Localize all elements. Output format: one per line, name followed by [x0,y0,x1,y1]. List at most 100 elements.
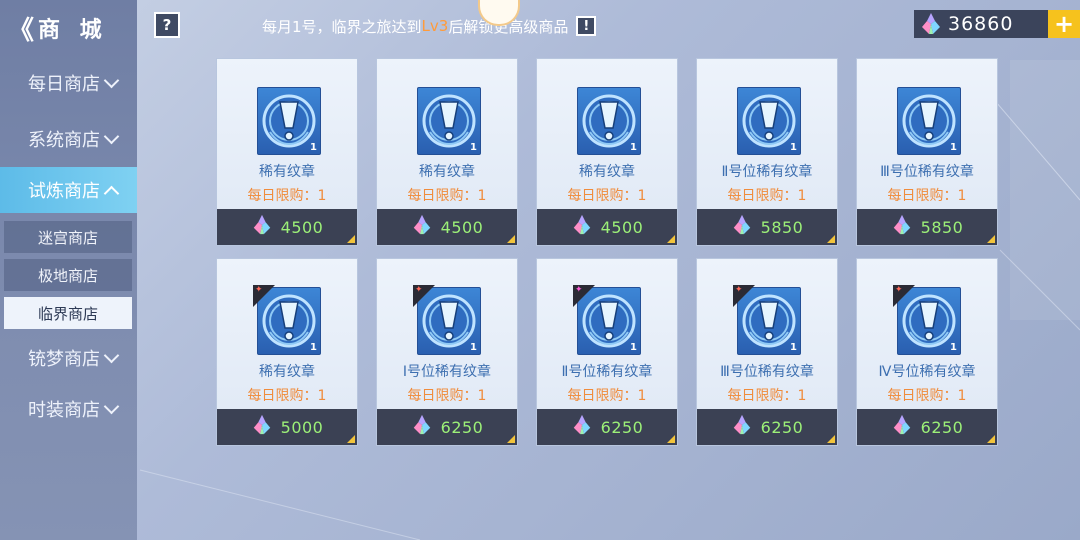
chevron-down-icon [103,128,120,144]
shop-item-card[interactable]: 1 Ⅲ号位稀有纹章 每日限购：1 5850 [856,58,998,246]
corner-mark [667,235,675,243]
crystal-icon [891,414,913,440]
sidebar-item-label: 时装商店 [28,400,100,421]
item-price: 6250 [920,417,964,437]
purchase-limit: 每日限购：1 [727,188,807,204]
notice-prefix: 每月1号，临界之旅达到 [262,17,422,36]
slot-badge-icon: ✦ [575,285,583,295]
item-count: 1 [630,142,637,153]
sidebar-item-trial-shop[interactable]: 试炼商店 [0,167,137,213]
corner-mark [347,435,355,443]
purchase-limit: 每日限购：1 [407,388,487,404]
corner-mark [507,435,515,443]
emblem-icon: 1 [577,87,641,155]
price-bar: 6250 [377,409,517,445]
shop-item-card[interactable]: 1 ✦ 稀有纹章 每日限购：1 5000 [216,258,358,446]
price-bar: 6250 [857,409,997,445]
corner-mark [667,435,675,443]
crystal-icon [251,414,273,440]
emblem-icon: 1 [417,87,481,155]
purchase-limit: 每日限购：1 [887,188,967,204]
slot-badge-icon: ✦ [255,285,263,295]
currency-display: 36860 + [914,10,1080,38]
price-bar: 4500 [377,209,517,245]
subitem-polar-shop[interactable]: 极地商店 [4,259,132,291]
purchase-limit: 每日限购：1 [727,388,807,404]
corner-mark [827,235,835,243]
shop-item-card[interactable]: 1 Ⅱ号位稀有纹章 每日限购：1 5850 [696,58,838,246]
shop-item-card[interactable]: 1 ✦ Ⅰ号位稀有纹章 每日限购：1 6250 [376,258,518,446]
item-name: Ⅳ号位稀有纹章 [878,364,976,380]
sidebar-item-daily-shop[interactable]: 每日商店 [0,60,137,106]
item-price: 6250 [440,417,484,437]
notice-level: Lv3 [421,17,449,35]
shop-title: 商 城 [38,18,108,43]
item-name: 稀有纹章 [419,164,475,180]
price-bar: 6250 [697,409,837,445]
chevron-up-icon [103,185,120,201]
shop-item-card[interactable]: 1 稀有纹章 每日限购：1 4500 [376,58,518,246]
crystal-icon [891,214,913,240]
crystal-icon [914,10,948,38]
sidebar-item-system-shop[interactable]: 系统商店 [0,116,137,162]
purchase-limit: 每日限购：1 [247,388,327,404]
subitem-label: 临界商店 [37,304,98,323]
price-bar: 4500 [537,209,677,245]
item-count: 1 [950,342,957,353]
item-count: 1 [470,342,477,353]
sidebar-item-label: 铳梦商店 [28,349,100,370]
sidebar-item-fashion-shop[interactable]: 时装商店 [0,386,137,432]
chevron-down-icon [103,347,120,363]
exclamation-icon[interactable]: ! [576,16,597,36]
back-button[interactable]: 《 商 城 [8,8,108,48]
purchase-limit: 每日限购：1 [567,188,647,204]
sidebar-item-label: 试炼商店 [28,181,100,202]
shop-item-card[interactable]: 1 ✦ Ⅱ号位稀有纹章 每日限购：1 6250 [536,258,678,446]
item-price: 4500 [440,217,484,237]
item-name: Ⅰ号位稀有纹章 [402,364,492,380]
subitem-maze-shop[interactable]: 迷宫商店 [4,221,132,253]
price-bar: 5000 [217,409,357,445]
chevron-down-icon [103,72,120,88]
crystal-icon [571,214,593,240]
slot-badge-icon: ✦ [735,285,743,295]
crystal-icon [411,214,433,240]
item-name: Ⅱ号位稀有纹章 [561,364,653,380]
item-count: 1 [630,342,637,353]
purchase-limit: 每日限购：1 [887,388,967,404]
item-name: 稀有纹章 [579,164,635,180]
item-count: 1 [310,342,317,353]
item-name: Ⅲ号位稀有纹章 [720,364,814,380]
shop-item-card[interactable]: 1 稀有纹章 每日限购：1 4500 [216,58,358,246]
item-count: 1 [470,142,477,153]
unlock-notice: 每月1号，临界之旅达到 Lv3 后解锁更高级商品 ! [262,14,597,38]
item-price: 6250 [760,417,804,437]
subitem-critical-shop[interactable]: 临界商店 [4,297,132,329]
question-icon: ? [162,16,172,34]
help-button[interactable]: ? [154,12,180,38]
corner-mark [827,435,835,443]
purchase-limit: 每日限购：1 [247,188,327,204]
item-count: 1 [790,142,797,153]
sidebar: 《 商 城 每日商店 系统商店 试炼商店 迷宫商店 极地商店 临界商店 铳梦商店… [0,0,137,540]
purchase-limit: 每日限购：1 [407,188,487,204]
slot-badge-icon: ✦ [415,285,423,295]
price-bar: 6250 [537,409,677,445]
corner-mark [507,235,515,243]
item-name: Ⅲ号位稀有纹章 [880,164,974,180]
item-name: Ⅱ号位稀有纹章 [721,164,813,180]
shop-item-card[interactable]: 1 ✦ Ⅳ号位稀有纹章 每日限购：1 6250 [856,258,998,446]
shop-item-card[interactable]: 1 稀有纹章 每日限购：1 4500 [536,58,678,246]
item-price: 4500 [600,217,644,237]
price-bar: 4500 [217,209,357,245]
sidebar-item-dream-shop[interactable]: 铳梦商店 [0,335,137,381]
item-name: 稀有纹章 [259,364,315,380]
crystal-icon [251,214,273,240]
add-currency-button[interactable]: + [1048,10,1080,38]
price-bar: 5850 [697,209,837,245]
shop-item-card[interactable]: 1 ✦ Ⅲ号位稀有纹章 每日限购：1 6250 [696,258,838,446]
sidebar-item-label: 系统商店 [28,130,100,151]
back-chevron-icon: 《 [8,15,35,46]
item-count: 1 [950,142,957,153]
item-name: 稀有纹章 [259,164,315,180]
